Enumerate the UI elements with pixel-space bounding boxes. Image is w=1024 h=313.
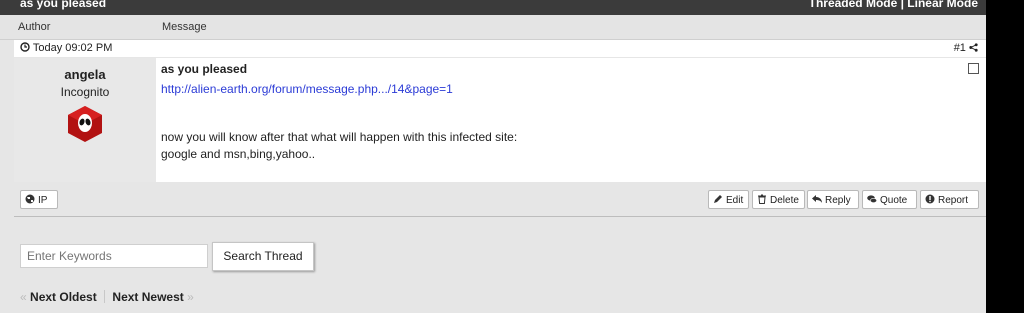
quote-icon [867, 195, 877, 203]
message-panel: as you pleased http://alien-earth.org/fo… [156, 58, 986, 182]
avatar-alien-icon[interactable] [66, 105, 104, 143]
edit-button[interactable]: Edit [708, 190, 749, 209]
post-number[interactable]: #1 [954, 42, 978, 54]
reply-icon [812, 195, 822, 203]
reply-button-label[interactable]: Reply [825, 195, 851, 206]
globe-icon [25, 194, 35, 204]
ip-button-label[interactable]: IP [38, 195, 47, 206]
post-body-line-2: google and msn,bing,yahoo.. [161, 147, 316, 161]
post-number-text[interactable]: #1 [954, 42, 966, 54]
post-link[interactable]: http://alien-earth.org/forum/message.php… [161, 82, 453, 96]
quote-button[interactable]: Quote [862, 190, 917, 209]
report-button[interactable]: Report [920, 190, 979, 209]
view-mode-links[interactable]: Threaded Mode | Linear Mode [809, 0, 978, 10]
quote-button-label[interactable]: Quote [880, 195, 907, 206]
prev-arrow: « [20, 290, 27, 304]
edit-button-label[interactable]: Edit [726, 195, 743, 206]
reply-button[interactable]: Reply [807, 190, 859, 209]
nav-divider [104, 290, 106, 303]
search-thread-button[interactable]: Search Thread [212, 242, 314, 271]
post-date-text: Today 09:02 PM [32, 42, 113, 54]
thread-navigation: « Next Oldest Next Newest » [20, 290, 194, 304]
thread-header-bar: as you pleased Threaded Mode | Linear Mo… [0, 0, 986, 15]
author-column-header: Author [18, 21, 51, 33]
column-headers: Author Message [0, 15, 986, 40]
post-date: Today 09:02 PM [20, 42, 112, 54]
delete-button-label[interactable]: Delete [770, 195, 799, 206]
next-newest-link[interactable]: Next Newest [112, 290, 183, 304]
delete-button[interactable]: Delete [752, 190, 805, 209]
author-name[interactable]: angela [14, 67, 156, 82]
message-column-header: Message [162, 21, 207, 33]
author-panel: angela Incognito [14, 58, 156, 182]
alert-icon [925, 194, 935, 204]
post-meta-bar: Today 09:02 PM #1 [14, 40, 986, 57]
next-arrow: » [187, 290, 194, 304]
next-oldest-link[interactable]: Next Oldest [30, 290, 97, 304]
post: Today 09:02 PM #1 angela Incognito as yo… [14, 40, 986, 217]
forum-page: as you pleased Threaded Mode | Linear Mo… [0, 0, 986, 313]
post-action-bar: IP Edit Delete Reply Quote Report [14, 182, 986, 217]
author-role: Incognito [60, 85, 110, 99]
thread-title: as you pleased [20, 0, 107, 10]
post-select-checkbox[interactable] [968, 63, 979, 74]
pencil-icon [714, 195, 722, 203]
clock-icon [20, 42, 30, 52]
share-icon[interactable] [969, 43, 978, 52]
trash-icon [758, 194, 766, 204]
report-button-label[interactable]: Report [938, 195, 968, 206]
ip-button[interactable]: IP [20, 190, 58, 209]
post-subject: as you pleased [161, 62, 248, 76]
post-body-line-1: now you will know after that what will h… [161, 130, 518, 144]
search-thread-input[interactable] [20, 244, 208, 268]
